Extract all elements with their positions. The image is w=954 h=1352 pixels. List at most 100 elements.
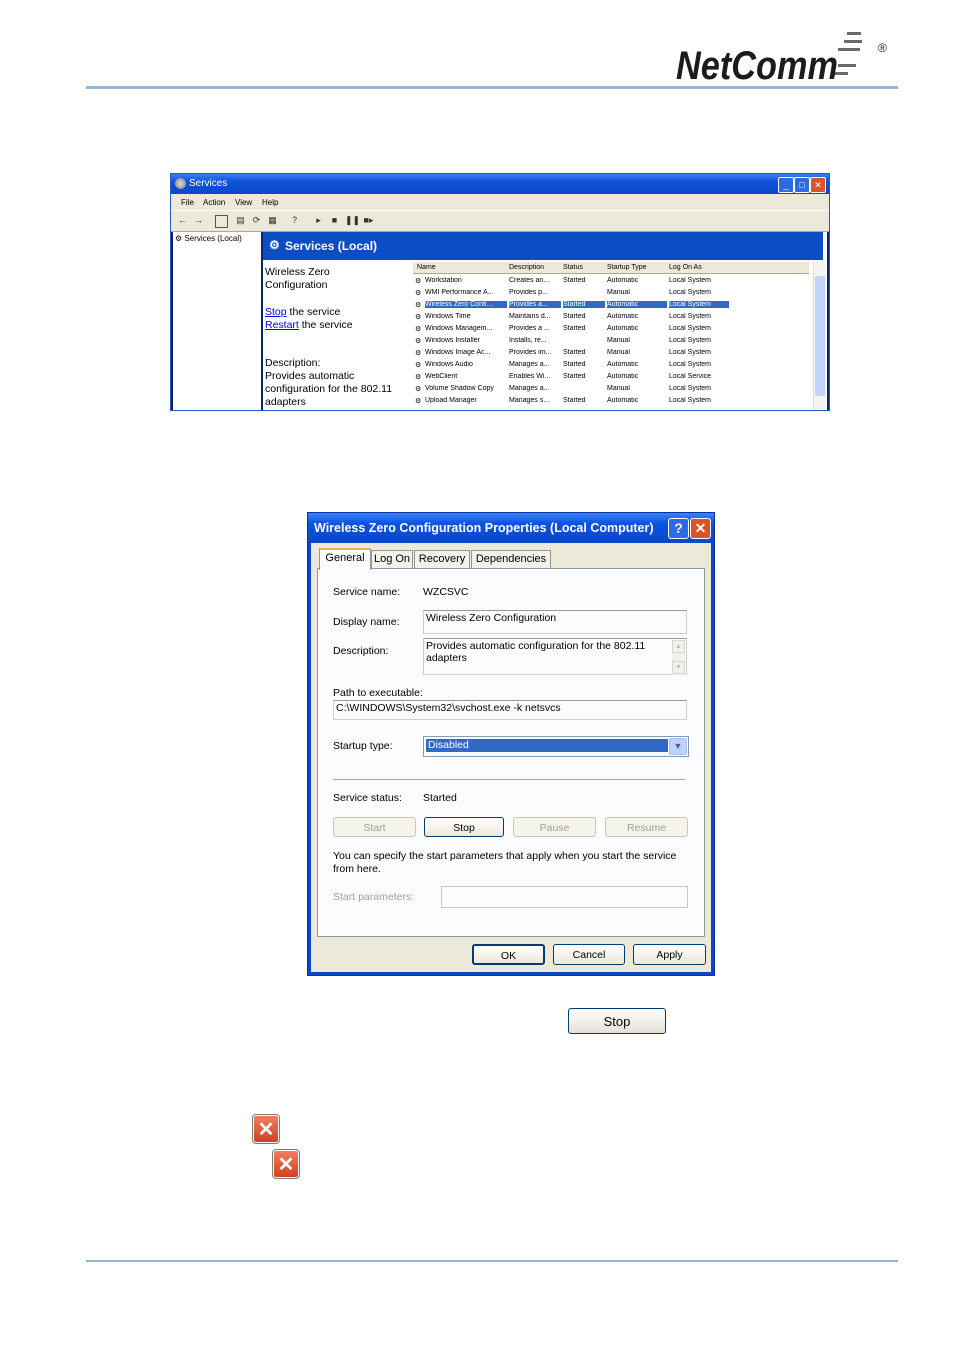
help-icon[interactable]: ? <box>289 215 300 226</box>
help-question-icon[interactable]: ? <box>668 518 689 539</box>
extended-info-pane: Wireless Zero Configuration Stop the ser… <box>265 266 405 409</box>
service-row[interactable]: ⚙ Volume Shadow Copy Manages a... Manual Loc… <box>413 383 809 395</box>
scroll-down-icon[interactable]: ▼ <box>672 661 685 674</box>
startup-type-select[interactable]: Disabled ▼ <box>423 736 689 757</box>
service-row[interactable]: ⚙ WebClient Enables Wi... Started Automatic L… <box>413 371 809 383</box>
start-button[interactable]: Start <box>333 817 416 837</box>
display-name-label: Display name: <box>333 616 400 628</box>
service-row[interactable]: ⚙ Windows Time Maintains d... Started Automa… <box>413 311 809 323</box>
restart-icon[interactable]: ■▸ <box>363 215 374 226</box>
service-cell: Automatic <box>607 373 639 380</box>
tab-dependencies[interactable]: Dependencies <box>471 550 551 568</box>
service-row[interactable]: ⚙ Windows Installer Installs, re... Manual L… <box>413 335 809 347</box>
service-gear-icon: ⚙ <box>415 386 422 393</box>
col-status[interactable]: Status <box>563 264 583 271</box>
stop-button[interactable]: Stop <box>424 817 504 837</box>
stop-icon[interactable]: ■ <box>329 215 340 226</box>
menu-view[interactable]: View <box>235 198 252 207</box>
export-list-icon[interactable]: ▦ <box>267 215 278 226</box>
description-scrollbar[interactable]: ▲ ▼ <box>672 640 685 675</box>
minimize-icon[interactable]: _ <box>778 177 794 193</box>
close-icon[interactable]: ✕ <box>810 177 826 193</box>
stop-service-link[interactable]: Stop <box>265 306 287 318</box>
restart-suffix: the service <box>298 319 353 331</box>
menu-action[interactable]: Action <box>203 198 225 207</box>
path-field[interactable]: C:\WINDOWS\System32\svchost.exe -k netsv… <box>333 700 687 720</box>
service-cell: Local System <box>669 325 712 332</box>
service-gear-icon: ⚙ <box>415 290 422 297</box>
service-cell: Windows Installer <box>425 337 480 344</box>
start-params-input[interactable] <box>441 886 688 908</box>
service-row[interactable]: ⚙ Wireless Zero Confi... Provides a... Star… <box>413 299 809 311</box>
tab-general[interactable]: General <box>319 548 371 570</box>
col-name[interactable]: Name <box>417 264 436 271</box>
service-cell: Windows Managem... <box>425 325 493 332</box>
start-params-hint: You can specify the start parameters tha… <box>333 850 677 875</box>
service-cell: Provides a ... <box>509 325 550 332</box>
properties-icon[interactable]: ▤ <box>235 215 246 226</box>
service-cell: Automatic <box>607 277 639 284</box>
service-cell: Started <box>563 373 586 380</box>
service-cell: Enables Wi... <box>509 373 551 380</box>
service-row[interactable]: ⚙ WMI Performance A... Provides p... Manual… <box>413 287 809 299</box>
services-list-scrollbar[interactable] <box>813 262 826 410</box>
service-status-value: Started <box>423 792 457 804</box>
service-row[interactable]: ⚙ Windows Audio Manages a... Started Automat… <box>413 359 809 371</box>
service-cell: Automatic <box>607 301 667 308</box>
service-cell: Local System <box>669 277 712 284</box>
service-cell: Local System <box>669 313 712 320</box>
tab-recovery[interactable]: Recovery <box>414 550 470 568</box>
start-params-label: Start parameters: <box>333 891 415 903</box>
service-cell: Local System <box>669 337 712 344</box>
tree-node-services-local[interactable]: ⚙ Services (Local) <box>175 234 242 243</box>
service-row[interactable]: ⚙ Workstation Creates an... Started Automati… <box>413 275 809 287</box>
service-row[interactable]: ⚙ Windows Managem... Provides a ... Started… <box>413 323 809 335</box>
startup-type-label: Startup type: <box>333 740 393 752</box>
refresh-icon[interactable]: ⟳ <box>251 215 262 226</box>
dialog-title: Wireless Zero Configuration Properties (… <box>314 521 654 535</box>
service-cell: Windows Time <box>425 313 471 320</box>
stop-button-example: Stop <box>568 1008 666 1034</box>
display-name-field[interactable]: Wireless Zero Configuration <box>423 610 687 634</box>
menu-file[interactable]: File <box>181 198 194 207</box>
service-row[interactable]: ⚙ Windows Image Ac... Provides im... Starte… <box>413 347 809 359</box>
play-icon[interactable]: ▸ <box>313 215 324 226</box>
col-log-on-as[interactable]: Log On As <box>669 264 702 271</box>
console-tree-icon[interactable] <box>215 215 228 228</box>
ok-button[interactable]: OK <box>472 944 545 965</box>
services-menubar: File Action View Help <box>171 194 829 210</box>
dialog-close-icon[interactable]: ✕ <box>690 518 711 539</box>
maximize-icon[interactable]: □ <box>794 177 810 193</box>
service-cell: Local System <box>669 385 712 392</box>
service-gear-icon: ⚙ <box>415 314 422 321</box>
services-titlebar: Services _ □ ✕ <box>171 174 829 194</box>
service-cell: Wireless Zero Confi... <box>425 301 507 308</box>
resume-button[interactable]: Resume <box>605 817 688 837</box>
apply-button[interactable]: Apply <box>633 944 706 965</box>
selected-service-name: Wireless Zero Configuration <box>265 266 330 291</box>
back-arrow-icon[interactable]: ← <box>177 215 188 226</box>
chevron-down-icon[interactable]: ▼ <box>669 738 687 755</box>
forward-arrow-icon[interactable]: → <box>193 215 204 226</box>
service-cell: Manual <box>607 337 630 344</box>
pause-button[interactable]: Pause <box>513 817 596 837</box>
service-cell: Automatic <box>607 361 639 368</box>
cancel-button[interactable]: Cancel <box>553 944 625 965</box>
stop-suffix: the service <box>286 306 341 318</box>
close-icon-example-1: ✕ <box>252 1114 280 1144</box>
service-name-label: Service name: <box>333 586 401 598</box>
restart-service-link[interactable]: Restart <box>265 319 299 331</box>
service-gear-icon: ⚙ <box>415 302 422 309</box>
tab-log-on[interactable]: Log On <box>371 550 413 568</box>
pause-icon[interactable]: ❚❚ <box>345 215 360 226</box>
service-name-value: WZCSVC <box>423 586 469 598</box>
service-cell: Local System <box>669 349 712 356</box>
description-field[interactable]: Provides automatic configuration for the… <box>423 638 687 675</box>
services-list-header: Name Description Status Startup Type Log… <box>413 262 809 274</box>
service-cell: Creates an... <box>509 277 550 284</box>
col-description[interactable]: Description <box>509 264 544 271</box>
col-startup-type[interactable]: Startup Type <box>607 264 647 271</box>
scroll-up-icon[interactable]: ▲ <box>672 640 685 653</box>
service-row[interactable]: ⚙ Upload Manager Manages s... Started Automa… <box>413 395 809 407</box>
menu-help[interactable]: Help <box>262 198 278 207</box>
